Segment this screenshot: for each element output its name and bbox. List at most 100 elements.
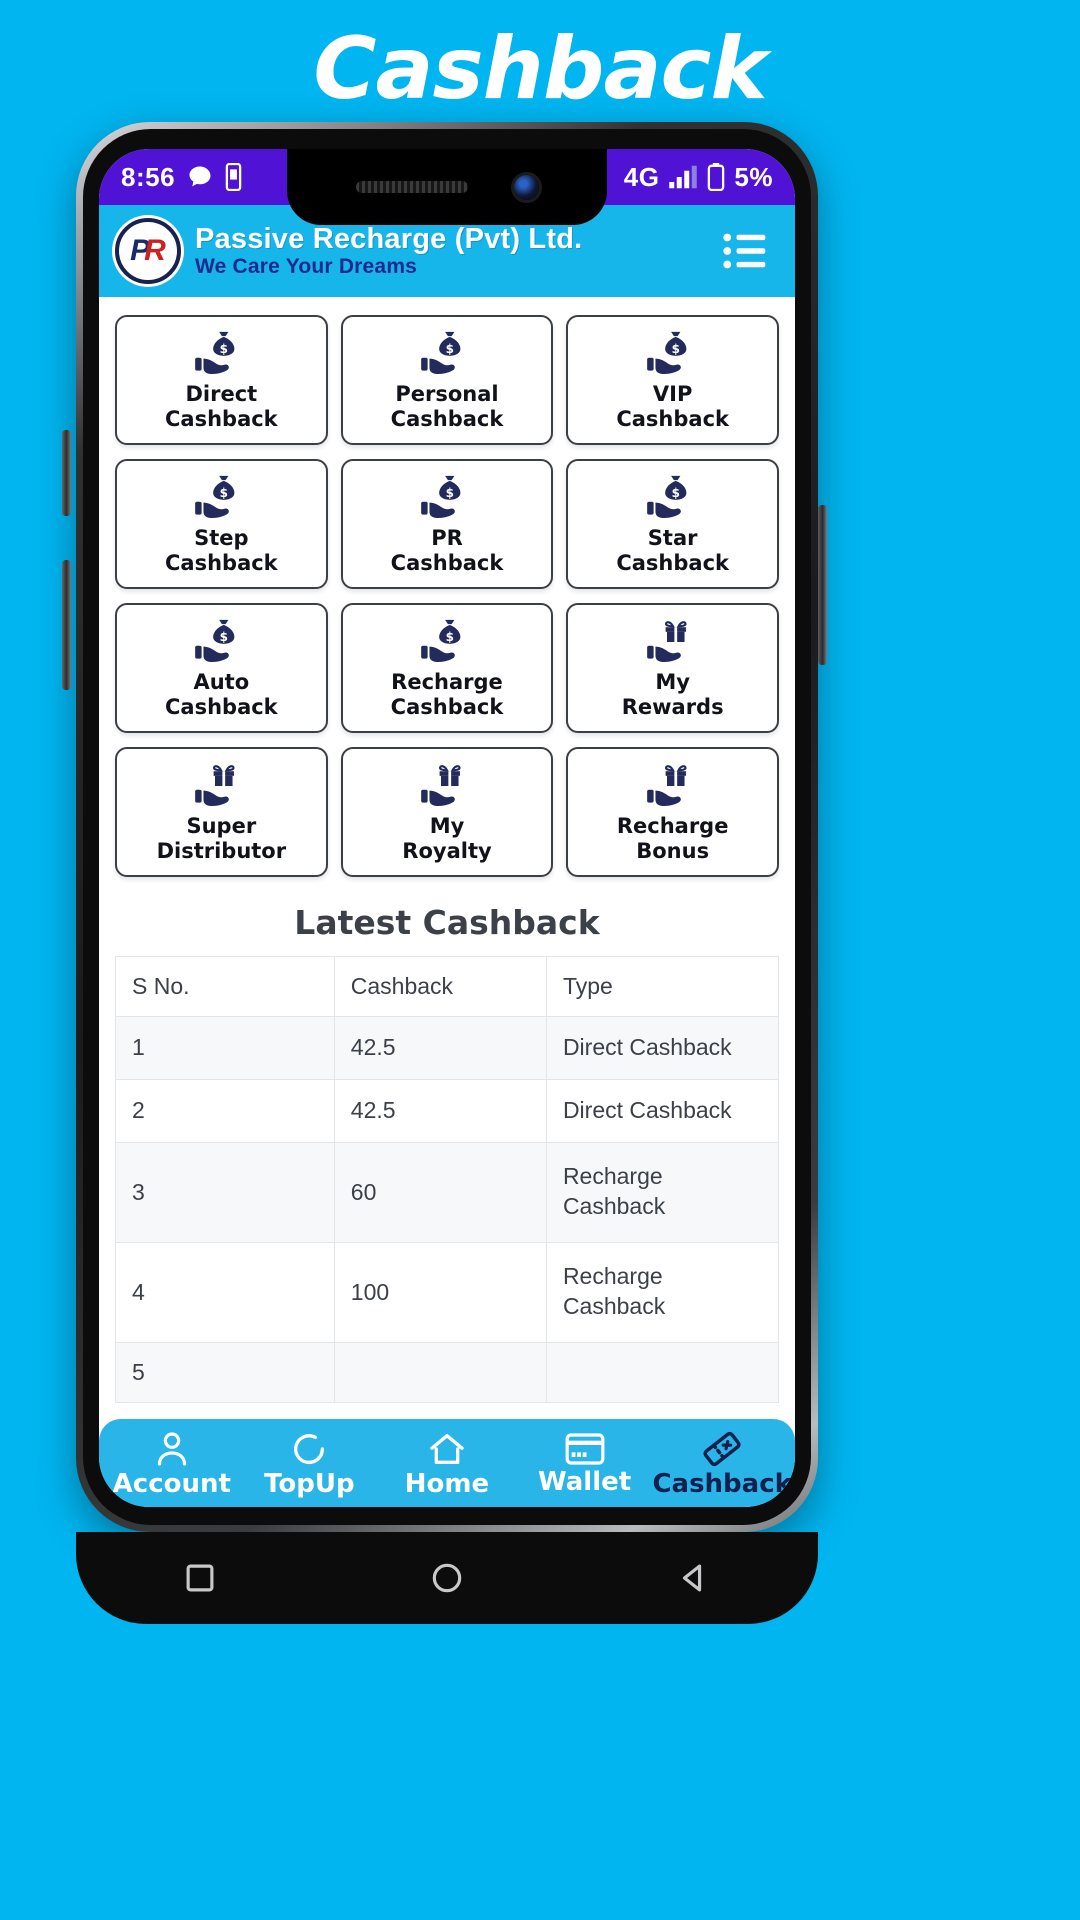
status-bar-right: 4G 5% [624,162,773,193]
hand-money-bag-icon: $ [645,328,701,378]
latest-cashback-table: S No. Cashback Type 1 42.5 Direct Cashba… [115,956,780,1403]
earpiece-speaker [355,181,468,193]
network-type-label: 4G [623,161,660,192]
nav-item-cashback[interactable]: Cashback [652,1429,792,1499]
tile-label: Step Cashback [165,526,278,575]
phone-volume-down-button[interactable] [62,560,71,690]
tile-vip-cashback[interactable]: $ VIP Cashback [566,315,779,445]
tile-label: My Royalty [402,814,492,863]
square-recents-icon[interactable] [181,1559,219,1597]
hand-gift-box-icon [645,616,701,666]
table-row[interactable]: 1 42.5 Direct Cashback [115,1016,780,1080]
main-content: $ Direct Cashback $ Personal Cashback $ … [99,297,795,1419]
triangle-back-icon[interactable] [675,1559,713,1597]
latest-cashback-title: Latest Cashback [294,903,600,942]
phone-frame: 8:56 4G 5% P R Passive Recharge (Pvt) Lt… [76,122,818,1532]
hand-gift-box-icon [645,760,701,810]
tile-label: VIP Cashback [616,382,729,431]
nav-item-home[interactable]: Home [378,1429,516,1497]
tile-label: Recharge Bonus [616,814,729,863]
tile-super-distributor[interactable]: Super Distributor [115,747,328,877]
tile-auto-cashback[interactable]: $ Auto Cashback [115,603,328,733]
tile-my-royalty[interactable]: My Royalty [340,747,554,877]
ticket-icon [702,1429,742,1469]
hand-money-bag-icon: $ [419,328,475,378]
sim-card-icon [225,163,242,191]
list-menu-icon[interactable] [717,226,773,276]
tile-label: PR Cashback [390,526,504,575]
cell-type: Direct Cashback [545,1016,780,1080]
tile-personal-cashback[interactable]: $ Personal Cashback [340,315,554,445]
android-system-nav [76,1532,818,1624]
signal-bars-icon [668,164,698,190]
cell-sno: 4 [115,1241,335,1343]
phone-volume-up-button[interactable] [62,430,71,516]
hand-money-bag-icon: $ [419,616,475,666]
app-bar-text-block: Passive Recharge (Pvt) Ltd. We Care Your… [195,223,703,279]
tile-label: Star Cashback [616,526,729,575]
phone-power-button[interactable] [818,505,827,665]
hand-gift-box-icon [193,760,249,810]
hand-money-bag-icon: $ [193,472,249,522]
app-tagline: We Care Your Dreams [195,255,418,279]
svg-text:$: $ [671,486,679,500]
svg-text:$: $ [446,486,454,500]
table-row[interactable]: 4 100 Recharge Cashback [115,1241,780,1343]
nav-label: Home [404,1469,490,1499]
table-header-row: S No. Cashback Type [115,956,780,1017]
circle-home-icon[interactable] [428,1559,466,1597]
cell-sno: 1 [115,1016,335,1080]
hand-gift-box-icon [419,760,475,810]
column-header-cashback: Cashback [333,956,547,1017]
tile-label: Direct Cashback [165,382,278,431]
display-notch [287,149,607,225]
nav-item-wallet[interactable]: Wallet [516,1431,654,1495]
tile-label: Recharge Cashback [390,670,504,719]
battery-percent-label: 5% [734,161,773,192]
nav-item-account[interactable]: Account [103,1429,241,1497]
table-row[interactable]: 5 [115,1341,780,1403]
cell-sno: 5 [115,1341,335,1403]
nav-label: Cashback [652,1469,792,1499]
svg-text:$: $ [220,630,228,644]
cell-cashback: 42.5 [333,1078,547,1143]
screenshot-root: Cashback 8:56 4G 5% P R Passive Recharge… [0,0,1080,1920]
logo-monogram: PR [125,228,171,274]
cell-sno: 3 [115,1141,335,1243]
cell-cashback: 42.5 [333,1016,547,1080]
svg-text:$: $ [220,486,228,500]
cashback-tile-grid: $ Direct Cashback $ Personal Cashback $ … [115,315,779,877]
home-icon [427,1429,467,1469]
front-camera [513,174,539,200]
cell-type [545,1341,780,1403]
tile-label: Personal Cashback [390,382,504,431]
hand-money-bag-icon: $ [193,328,249,378]
phone-bezel: 8:56 4G 5% P R Passive Recharge (Pvt) Lt… [83,129,811,1525]
nav-item-topup[interactable]: TopUp [241,1429,379,1497]
hand-money-bag-icon: $ [419,472,475,522]
refresh-circle-icon [289,1429,329,1469]
tile-label: Super Distributor [156,814,287,863]
svg-text:$: $ [446,630,454,644]
app-logo: PR [115,218,181,284]
tile-direct-cashback[interactable]: $ Direct Cashback [115,315,328,445]
status-time: 8:56 [121,161,176,192]
cell-cashback: 60 [333,1141,547,1243]
phone-screen: 8:56 4G 5% P R Passive Recharge (Pvt) Lt… [99,149,795,1507]
svg-text:$: $ [671,342,679,356]
cell-sno: 2 [115,1078,335,1143]
tile-recharge-bonus[interactable]: Recharge Bonus [566,747,779,877]
battery-icon [707,163,725,191]
cell-type: Recharge Cashback [545,1241,780,1343]
nav-label: TopUp [264,1469,355,1499]
table-row[interactable]: 2 42.5 Direct Cashback [115,1078,780,1143]
chat-bubble-icon [186,163,214,191]
app-title: Passive Recharge (Pvt) Ltd. [195,223,583,255]
tile-star-cashback[interactable]: $ Star Cashback [566,459,779,589]
status-bar-left: 8:56 [121,162,242,193]
table-row[interactable]: 3 60 Recharge Cashback [115,1141,780,1243]
tile-pr-cashback[interactable]: $ PR Cashback [340,459,554,589]
tile-step-cashback[interactable]: $ Step Cashback [115,459,328,589]
tile-my-rewards[interactable]: My Rewards [566,603,779,733]
tile-recharge-cashback[interactable]: $ Recharge Cashback [340,603,554,733]
